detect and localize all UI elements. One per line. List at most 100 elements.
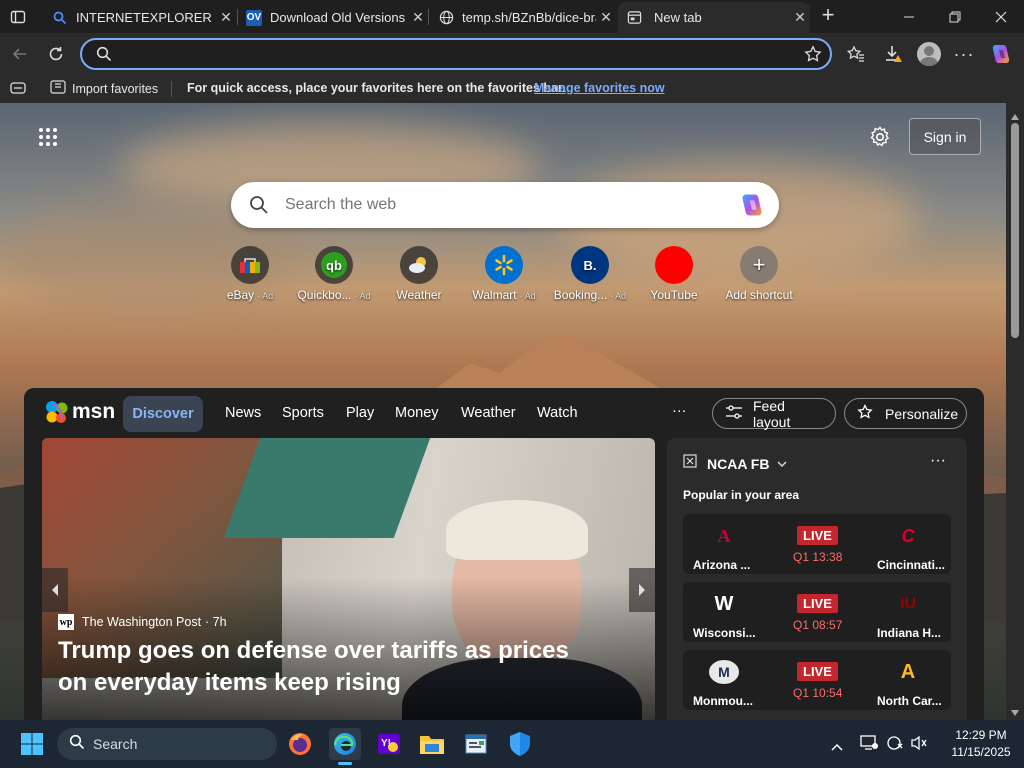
game-row[interactable]: A Arizona ... LIVE Q1 13:38 C Cincinnati… [683,514,951,574]
windows-taskbar: Search Y! 12:29 PM 11/15/2025 [0,720,1024,768]
sports-more-icon[interactable]: ··· [930,452,946,470]
nav-news[interactable]: News [225,405,261,421]
ad-label: · Ad [519,291,536,301]
nav-weather[interactable]: Weather [461,405,516,421]
file-explorer-icon[interactable] [416,728,448,760]
apps-launcher-icon[interactable] [38,127,58,152]
tab-internetexplorer[interactable]: INTERNETEXPLORER 6 D ✕ [44,2,236,33]
profile-avatar[interactable] [914,39,944,69]
start-button[interactable] [16,728,48,760]
refresh-icon[interactable] [41,39,71,69]
copilot-icon[interactable] [738,191,766,224]
add-shortcut-button[interactable]: + Add shortcut [719,246,799,302]
windows-security-icon[interactable] [504,728,536,760]
msn-logo[interactable]: msn [44,399,115,425]
sparkle-star-icon [857,403,873,423]
nav-watch[interactable]: Watch [537,405,578,421]
yahoo-app-icon[interactable]: Y! [373,728,405,760]
close-tab-icon[interactable]: ✕ [216,9,236,26]
downloads-icon[interactable] [878,39,908,69]
quick-link-youtube[interactable]: YouTube [634,246,714,302]
quick-link-walmart[interactable]: Walmart · Ad [464,246,544,302]
system-clock[interactable]: 12:29 PM 11/15/2025 [944,727,1018,761]
notepad-app-icon[interactable] [460,728,492,760]
tab-download-old-versions[interactable]: OV Download Old Versions o ✕ [238,2,428,33]
scrollbar-thumb[interactable] [1011,123,1019,338]
tab-actions-icon[interactable] [8,7,28,27]
tab-strip: INTERNETEXPLORER 6 D ✕ OV Download Old V… [0,0,1024,33]
plus-icon: + [740,246,778,284]
volume-tray-icon[interactable] [910,735,928,756]
quick-link-label: Quickbo... [297,288,352,302]
sports-header[interactable]: NCAA FB [683,454,787,473]
wisconsin-logo-icon: W [714,592,734,615]
arizona-logo-icon: A [717,525,731,546]
quick-link-label: Walmart [472,288,517,302]
personalize-label: Personalize [885,405,959,422]
carousel-next-button[interactable] [629,568,655,612]
address-bar[interactable] [80,38,832,70]
import-favorites-button[interactable]: Import favorites [50,80,158,97]
walmart-icon [485,246,523,284]
close-window-button[interactable] [978,0,1024,33]
firefox-icon[interactable] [284,728,316,760]
quick-link-weather[interactable]: Weather [379,246,459,302]
oldversion-icon: OV [246,9,262,26]
article-age: · 7h [205,615,227,629]
football-league-icon [683,454,697,473]
new-tab-button[interactable]: + [816,4,840,28]
game-row[interactable]: M Monmou... LIVE Q1 10:54 A North Car... [683,650,951,710]
indiana-logo-icon: IU [900,595,916,612]
hero-news-card[interactable]: wp The Washington Post · 7h Trump goes o… [42,438,655,720]
restore-button[interactable] [932,0,978,33]
carousel-prev-button[interactable] [42,568,68,612]
game-row[interactable]: W Wisconsi... LIVE Q1 08:57 IU Indiana H… [683,582,951,642]
minimize-button[interactable] [886,0,932,33]
copilot-icon[interactable] [986,39,1016,69]
back-icon[interactable] [5,39,35,69]
feed-layout-button[interactable]: Feed layout [712,398,836,430]
sidebar-toggle-icon[interactable] [10,81,26,98]
tab-new-tab[interactable]: New tab ✕ [618,2,810,33]
more-menu-icon[interactable]: ··· [949,39,979,69]
network-tray-icon[interactable] [886,735,904,756]
edge-browser-icon[interactable] [329,728,361,765]
live-badge: LIVE [797,594,838,613]
scroll-down-icon[interactable] [1011,703,1019,721]
nav-discover[interactable]: Discover [123,396,203,432]
quick-link-booking[interactable]: B. Booking... · Ad [550,246,630,302]
favorites-icon[interactable] [841,39,871,69]
nav-sports[interactable]: Sports [282,405,324,421]
web-search-box[interactable] [231,182,779,228]
sign-in-button[interactable]: Sign in [909,118,981,155]
address-input[interactable] [122,44,762,66]
tab-title: New tab [654,10,702,25]
nav-play[interactable]: Play [346,405,374,421]
close-tab-icon[interactable]: ✕ [790,9,810,26]
nav-money[interactable]: Money [395,405,439,421]
manage-favorites-link[interactable]: Manage favorites now [534,81,665,95]
tab-title: temp.sh/BZnBb/dice-bra [462,10,596,25]
personalize-button[interactable]: Personalize [844,398,967,429]
import-favorites-label: Import favorites [72,81,159,96]
favorite-star-icon[interactable] [804,45,822,68]
web-search-input[interactable] [285,193,705,217]
page-scrollbar[interactable] [1006,103,1024,720]
show-hidden-icons-chevron-icon[interactable] [831,738,843,756]
newtab-icon [626,10,642,26]
display-tray-icon[interactable] [860,735,878,756]
quick-link-ebay[interactable]: eBay · Ad [210,246,290,302]
settings-gear-icon[interactable] [869,126,891,153]
close-tab-icon[interactable]: ✕ [408,9,428,26]
tab-temp-sh[interactable]: temp.sh/BZnBb/dice-bra ✕ [430,2,616,33]
quick-link-label: Weather [396,288,442,302]
quick-link-quickbooks[interactable]: qb Quickbo... · Ad [294,246,374,302]
booking-icon: B. [571,246,609,284]
taskbar-search-box[interactable]: Search [57,728,277,760]
away-team: Cincinnati... [877,558,946,572]
game-clock: Q1 08:57 [793,618,843,632]
close-tab-icon[interactable]: ✕ [596,9,616,26]
nav-more-icon[interactable]: ··· [672,403,687,419]
hero-headline[interactable]: Trump goes on defense over tariffs as pr… [58,635,598,699]
sports-scores-card: NCAA FB ··· Popular in your area A Arizo… [667,438,967,720]
